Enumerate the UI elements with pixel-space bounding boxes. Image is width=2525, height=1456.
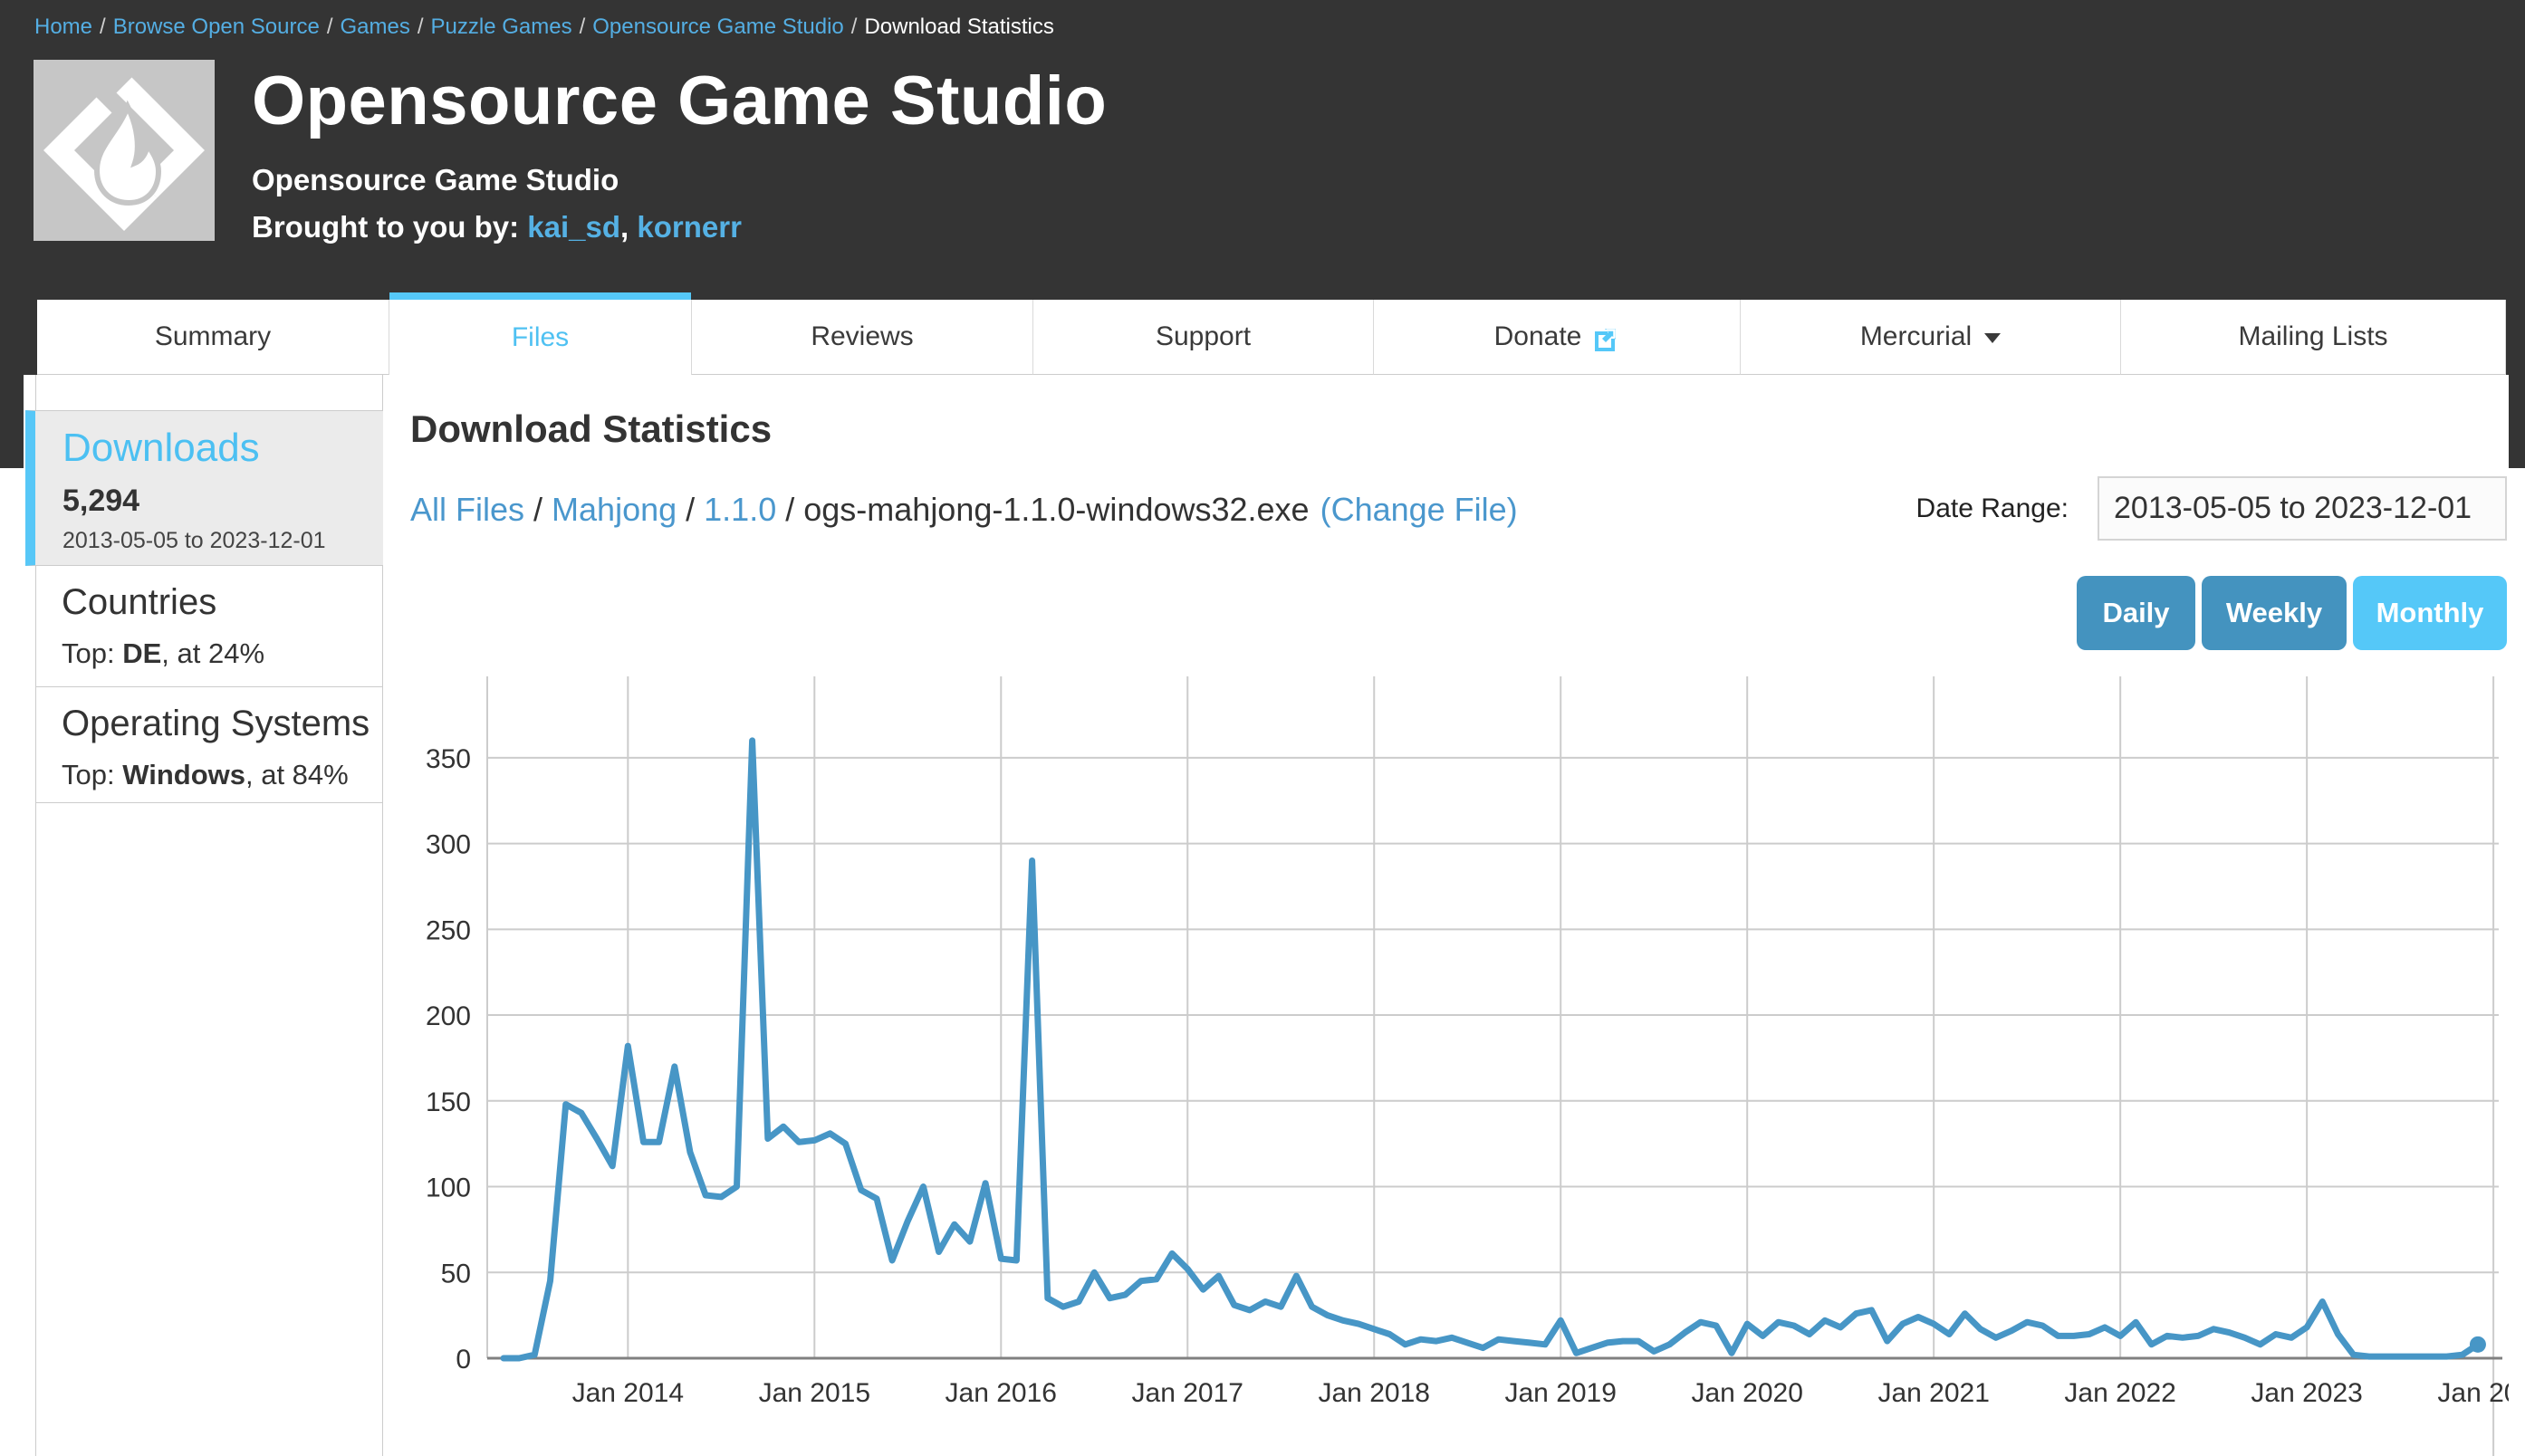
breadcrumb: Home / Browse Open Source / Games / Puzzle Gam…: [34, 14, 1054, 40]
downloads-title: Downloads: [62, 426, 383, 471]
sidebar-item-operating-systems[interactable]: Operating Systems Top: Windows, at 84%: [36, 687, 382, 803]
downloads-chart: 0 50 100 150 200 250 300 350 Jan 2014 Jan 2015 Jan…: [404, 670, 2509, 1456]
date-range-input[interactable]: [2098, 476, 2507, 541]
file-breadcrumb: All Files/Mahjong/1.1.0/ogs-mahjong-1.1.…: [410, 491, 1518, 529]
tab-files[interactable]: Files: [389, 300, 692, 375]
file-path-filename: ogs-mahjong-1.1.0-windows32.exe: [803, 491, 1309, 528]
tab-reviews[interactable]: Reviews: [692, 300, 1033, 375]
page: Home / Browse Open Source / Games / Puzzle Gam…: [0, 0, 2525, 1456]
file-path-version[interactable]: 1.1.0: [704, 491, 776, 528]
sidebar-item-downloads[interactable]: Downloads 5,294 2013-05-05 to 2023-12-01: [25, 410, 383, 566]
file-path-all-files[interactable]: All Files: [410, 491, 524, 528]
tab-mailing-lists-label: Mailing Lists: [2238, 321, 2387, 352]
maintainer-link-kornerr[interactable]: kornerr: [637, 210, 742, 244]
change-file-link[interactable]: (Change File): [1320, 491, 1518, 528]
tab-support-label: Support: [1156, 321, 1251, 352]
tab-mercurial-label: Mercurial: [1860, 321, 1972, 352]
caret-down-icon: [1984, 333, 2001, 343]
countries-top: Top: DE, at 24%: [62, 637, 382, 670]
breadcrumb-separator: /: [100, 14, 106, 39]
tab-bar: Summary Files Reviews Support Donate Mer…: [37, 300, 2506, 375]
project-header-text: Opensource Game Studio Opensource Game S…: [252, 60, 1107, 244]
byline: Brought to you by: kai_sd, kornerr: [252, 210, 1107, 244]
downloads-count: 5,294: [62, 484, 383, 519]
os-top-suffix: , at 84%: [245, 759, 349, 790]
svg-text:Jan 2020: Jan 2020: [1691, 1378, 1802, 1408]
svg-text:Jan 2017: Jan 2017: [1132, 1378, 1243, 1408]
tab-support[interactable]: Support: [1033, 300, 1374, 375]
project-header: Opensource Game Studio Opensource Game S…: [34, 60, 1107, 244]
breadcrumb-separator: /: [851, 14, 858, 39]
svg-text:Jan 2024: Jan 2024: [2437, 1378, 2509, 1408]
breadcrumb-link-puzzle-games[interactable]: Puzzle Games: [431, 14, 572, 39]
sidebar-item-countries[interactable]: Countries Top: DE, at 24%: [36, 566, 382, 687]
monthly-button[interactable]: Monthly: [2353, 576, 2507, 650]
downloads-date-range: 2013-05-05 to 2023-12-01: [62, 528, 383, 554]
file-path-separator: /: [785, 491, 794, 528]
weekly-button[interactable]: Weekly: [2202, 576, 2347, 650]
project-subtitle: Opensource Game Studio: [252, 163, 1107, 197]
tab-mailing-lists[interactable]: Mailing Lists: [2121, 300, 2506, 375]
tab-files-label: Files: [512, 322, 569, 353]
tab-summary-label: Summary: [155, 321, 271, 352]
svg-text:300: 300: [426, 830, 471, 860]
os-top-label: Top:: [62, 759, 122, 790]
svg-text:Jan 2018: Jan 2018: [1319, 1378, 1430, 1408]
os-heading: Operating Systems: [62, 704, 382, 744]
date-range: Date Range:: [1916, 476, 2507, 541]
breadcrumb-link-browse-open-source[interactable]: Browse Open Source: [113, 14, 320, 39]
breadcrumb-separator: /: [327, 14, 333, 39]
breadcrumb-link-games[interactable]: Games: [341, 14, 410, 39]
tab-donate[interactable]: Donate: [1374, 300, 1741, 375]
countries-top-value: DE: [122, 637, 161, 669]
svg-text:100: 100: [426, 1173, 471, 1203]
breadcrumb-separator: /: [580, 14, 586, 39]
svg-text:200: 200: [426, 1001, 471, 1031]
flame-diamond-icon: [34, 60, 215, 241]
breadcrumb-separator: /: [418, 14, 424, 39]
countries-heading: Countries: [62, 582, 382, 623]
tab-mercurial[interactable]: Mercurial: [1741, 300, 2121, 375]
svg-text:Jan 2022: Jan 2022: [2064, 1378, 2175, 1408]
page-title: Download Statistics: [410, 407, 772, 451]
project-title: Opensource Game Studio: [252, 60, 1107, 143]
svg-text:350: 350: [426, 744, 471, 774]
sidebar: Downloads 5,294 2013-05-05 to 2023-12-01…: [35, 375, 383, 1456]
svg-text:0: 0: [456, 1345, 471, 1375]
file-path-mahjong[interactable]: Mahjong: [552, 491, 677, 528]
os-top: Top: Windows, at 84%: [62, 759, 382, 791]
countries-top-label: Top:: [62, 637, 122, 669]
breadcrumb-current: Download Statistics: [864, 14, 1053, 39]
file-path-separator: /: [686, 491, 695, 528]
svg-text:Jan 2015: Jan 2015: [759, 1378, 870, 1408]
tab-summary[interactable]: Summary: [37, 300, 389, 375]
svg-text:Jan 2019: Jan 2019: [1504, 1378, 1616, 1408]
file-path-separator: /: [533, 491, 542, 528]
svg-text:150: 150: [426, 1087, 471, 1117]
project-logo: [34, 60, 215, 241]
tab-reviews-label: Reviews: [811, 321, 913, 352]
breadcrumb-link-project[interactable]: Opensource Game Studio: [592, 14, 844, 39]
svg-text:50: 50: [441, 1259, 471, 1288]
svg-text:Jan 2021: Jan 2021: [1877, 1378, 1989, 1408]
daily-button[interactable]: Daily: [2077, 576, 2195, 650]
countries-top-suffix: , at 24%: [161, 637, 264, 669]
svg-text:250: 250: [426, 915, 471, 945]
maintainer-link-kai-sd[interactable]: kai_sd: [527, 210, 620, 244]
byline-prefix: Brought to you by:: [252, 210, 519, 244]
tab-donate-label: Donate: [1494, 321, 1582, 352]
breadcrumb-link-home[interactable]: Home: [34, 14, 92, 39]
svg-text:Jan 2016: Jan 2016: [946, 1378, 1057, 1408]
svg-text:Jan 2023: Jan 2023: [2251, 1378, 2362, 1408]
granularity-buttons: Daily Weekly Monthly: [2077, 576, 2507, 650]
external-link-icon: [1592, 325, 1619, 352]
byline-separator: ,: [620, 210, 637, 244]
date-range-label: Date Range:: [1916, 493, 2069, 524]
content: Downloads 5,294 2013-05-05 to 2023-12-01…: [24, 375, 2509, 1456]
svg-text:Jan 2014: Jan 2014: [572, 1378, 684, 1408]
os-top-value: Windows: [122, 759, 245, 790]
